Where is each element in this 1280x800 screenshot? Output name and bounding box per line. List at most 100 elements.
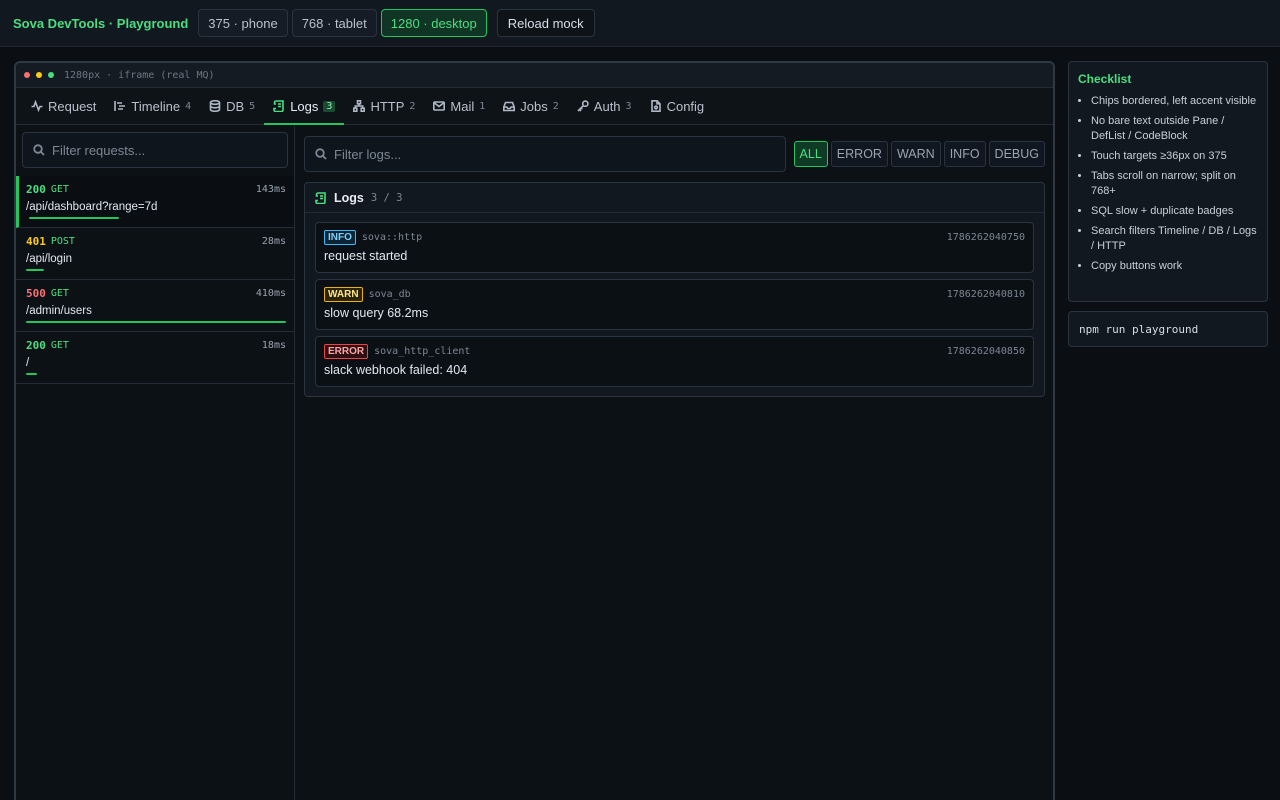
level-badge: WARN (324, 287, 363, 302)
log-timestamp: 1786262040750 (946, 232, 1025, 243)
scroll-icon (273, 100, 285, 112)
window-dot-yellow (36, 72, 42, 78)
request-row[interactable]: 401 POST 28ms /api/login (16, 228, 294, 280)
request-search-input[interactable] (52, 142, 272, 158)
log-source: sova_http_client (374, 346, 471, 357)
level-filter-warn[interactable]: WARN (890, 141, 941, 167)
checklist-item: Chips bordered, left accent visible (1091, 94, 1258, 109)
checklist-item: Touch targets ≥36px on 375 (1091, 149, 1258, 164)
checklist-list: Chips bordered, left accent visible No b… (1078, 94, 1258, 274)
log-entry: WARN sova_db 1786262040810 slow query 68… (315, 279, 1034, 330)
devtools-frame: 1280px · iframe (real MQ) Request Timeli… (14, 61, 1055, 800)
log-message: slack webhook failed: 404 (324, 363, 468, 377)
tab-config[interactable]: Config (641, 88, 714, 124)
duration-bar (26, 269, 44, 271)
tab-label: Auth (593, 98, 621, 114)
mail-icon (433, 101, 446, 111)
window-dot-green (48, 72, 54, 78)
checklist-item: No bare text outside Pane / DefList / Co… (1091, 114, 1258, 144)
tab-auth[interactable]: Auth 3 (568, 88, 641, 124)
tab-count: 2 (552, 100, 559, 112)
pane-title: Logs (334, 190, 364, 205)
search-icon (315, 148, 327, 160)
activity-icon (31, 100, 43, 112)
tab-http[interactable]: HTTP 2 (344, 88, 424, 124)
request-path: /admin/users (26, 305, 92, 317)
tab-count: 4 (185, 100, 192, 112)
tab-label: Jobs (520, 98, 548, 114)
app-title: Sova DevTools · Playground (13, 15, 189, 31)
level-filter-debug[interactable]: DEBUG (988, 141, 1045, 167)
level-filter-error[interactable]: ERROR (830, 141, 888, 167)
tab-count: 1 (479, 100, 486, 112)
log-timestamp: 1786262040850 (946, 346, 1025, 357)
command-block: npm run playground (1068, 311, 1268, 347)
tab-request[interactable]: Request (22, 88, 105, 124)
request-duration: 18ms (261, 340, 286, 351)
tab-label: Logs (290, 98, 319, 114)
viewport-button-tablet[interactable]: 768 · tablet (291, 9, 377, 37)
tab-mail[interactable]: Mail 1 (424, 88, 494, 124)
request-duration: 28ms (261, 236, 286, 247)
log-message: slow query 68.2ms (324, 306, 429, 320)
logs-pane-header: Logs 3 / 3 (305, 183, 1044, 213)
tab-label: HTTP (370, 98, 405, 114)
request-search[interactable] (22, 132, 288, 168)
tab-label: Config (666, 98, 705, 114)
log-source: sova_db (368, 289, 411, 300)
request-duration: 143ms (255, 184, 286, 195)
log-level-filters: ALL ERROR WARN INFO DEBUG (791, 141, 1045, 167)
log-message: request started (324, 249, 408, 263)
duration-bar (26, 373, 37, 375)
frame-header: 1280px · iframe (real MQ) (16, 63, 1053, 88)
duration-bar (26, 321, 286, 323)
reload-mock-button[interactable]: Reload mock (496, 9, 595, 37)
log-source: sova::http (361, 232, 423, 243)
request-path: / (26, 357, 30, 369)
window-dot-red (24, 72, 30, 78)
level-badge: INFO (324, 230, 356, 245)
tab-label: Mail (450, 98, 475, 114)
top-bar: Sova DevTools · Playground 375 · phone 7… (0, 0, 1280, 47)
tab-label: DB (226, 98, 245, 114)
scroll-icon (315, 191, 326, 204)
request-row[interactable]: 500 GET 410ms /admin/users (16, 280, 294, 332)
viewport-button-desktop[interactable]: 1280 · desktop (380, 9, 487, 37)
http-method: POST (50, 236, 75, 247)
frame-caption: 1280px · iframe (real MQ) (64, 69, 215, 81)
tab-db[interactable]: DB 5 (200, 88, 264, 124)
file-icon (650, 100, 661, 112)
status-code: 200 (26, 339, 46, 352)
checklist-item: Copy buttons work (1091, 259, 1258, 274)
logs-pane: Logs 3 / 3 INFO sova::http 1786262040750… (304, 182, 1045, 397)
tab-count: 3 (625, 100, 632, 112)
status-code: 200 (26, 183, 46, 196)
checklist-title: Checklist (1078, 72, 1132, 86)
level-filter-all[interactable]: ALL (793, 141, 828, 167)
checklist-item: Search filters Timeline / DB / Logs / HT… (1091, 224, 1258, 254)
log-entry: ERROR sova_http_client 1786262040850 sla… (315, 336, 1034, 387)
log-search-input[interactable] (334, 146, 754, 162)
request-list-pane: 200 GET 143ms /api/dashboard?range=7d 40… (16, 126, 295, 800)
request-path: /api/dashboard?range=7d (26, 201, 158, 213)
tab-count: 2 (409, 100, 416, 112)
tab-count: 3 (323, 100, 336, 112)
checklist-item: SQL slow + duplicate badges (1091, 204, 1258, 219)
viewport-button-phone[interactable]: 375 · phone (198, 9, 288, 37)
log-search[interactable] (304, 136, 786, 172)
http-method: GET (50, 184, 69, 195)
http-method: GET (50, 340, 69, 351)
network-icon (353, 100, 366, 112)
tab-timeline[interactable]: Timeline 4 (105, 88, 200, 124)
tab-label: Timeline (131, 98, 181, 114)
level-badge: ERROR (324, 344, 369, 359)
tab-jobs[interactable]: Jobs 2 (494, 88, 568, 124)
request-row[interactable]: 200 GET 18ms / (16, 332, 294, 384)
key-icon (577, 100, 589, 112)
status-code: 500 (26, 287, 46, 300)
checklist-card: Checklist Chips bordered, left accent vi… (1068, 61, 1268, 302)
level-filter-info[interactable]: INFO (943, 141, 986, 167)
request-row[interactable]: 200 GET 143ms /api/dashboard?range=7d (16, 176, 294, 228)
database-icon (209, 100, 221, 112)
tab-logs[interactable]: Logs 3 (264, 88, 345, 125)
